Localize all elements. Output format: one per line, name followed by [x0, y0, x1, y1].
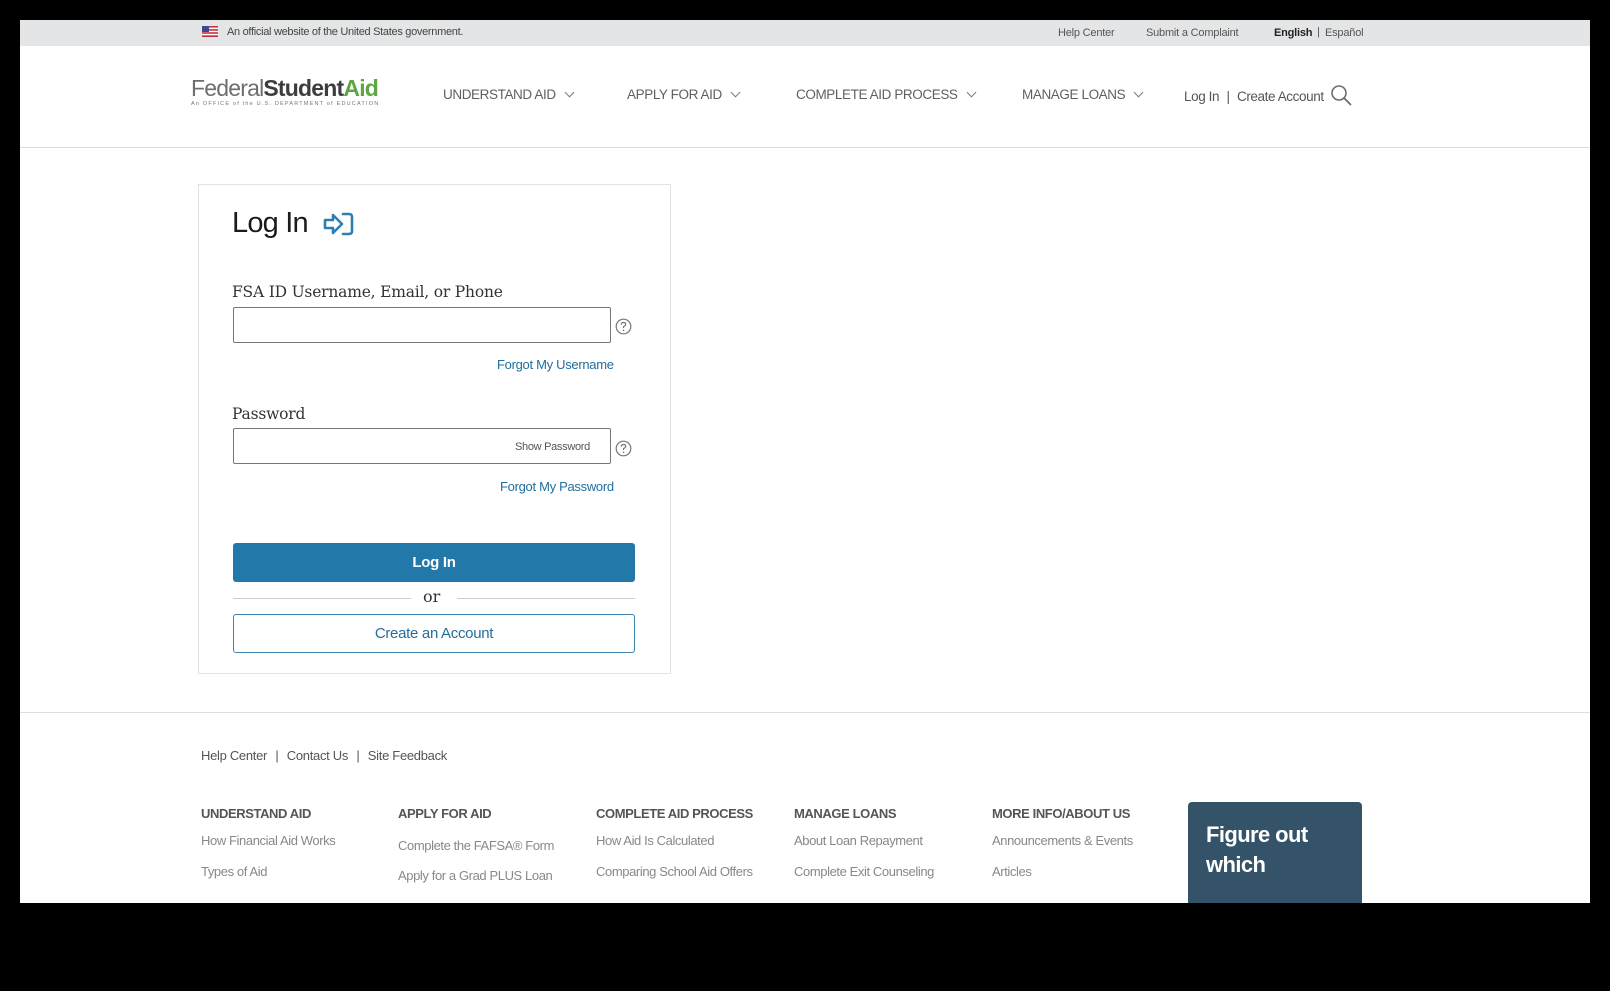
footer-col-understand-aid: UNDERSTAND AID How Financial Aid Works T… [201, 806, 391, 879]
footer-col-complete-aid-process: COMPLETE AID PROCESS How Aid Is Calculat… [596, 806, 786, 879]
show-password-toggle[interactable]: Show Password [515, 441, 590, 453]
site-footer: Help Center | Contact Us | Site Feedback… [20, 712, 1590, 903]
header-login-link[interactable]: Log In [1184, 89, 1220, 104]
chevron-down-icon [1133, 87, 1144, 98]
official-site-text: An official website of the United States… [227, 26, 464, 38]
nav-label: MANAGE LOANS [1022, 87, 1126, 102]
nav-label: APPLY FOR AID [627, 87, 722, 102]
footer-col-apply-for-aid: APPLY FOR AID Complete the FAFSA® Form A… [398, 806, 588, 883]
submit-complaint-link[interactable]: Submit a Complaint [1146, 27, 1239, 39]
footer-col-more-info: MORE INFO/ABOUT US Announcements & Event… [992, 806, 1182, 879]
password-label: Password [232, 405, 306, 423]
username-label: FSA ID Username, Email, or Phone [232, 283, 503, 301]
login-card: Log In FSA ID Username, Email, or Phone … [198, 184, 671, 674]
login-title: Log In [232, 207, 309, 239]
us-flag-icon [202, 26, 218, 37]
footer-col-heading: COMPLETE AID PROCESS [596, 806, 753, 821]
forgot-username-link[interactable]: Forgot My Username [497, 357, 614, 372]
footer-col-heading: UNDERSTAND AID [201, 806, 311, 821]
or-text: or [423, 587, 441, 606]
footer-top-links: Help Center | Contact Us | Site Feedback [201, 748, 447, 763]
footer-col-heading: MORE INFO/ABOUT US [992, 806, 1130, 821]
lang-english-link[interactable]: English [1274, 27, 1313, 39]
logo-aid: Aid [343, 75, 379, 101]
forgot-password-link[interactable]: Forgot My Password [500, 479, 614, 494]
footer-link[interactable]: Complete Exit Counseling [794, 864, 934, 879]
help-center-link[interactable]: Help Center [1058, 27, 1115, 39]
footer-link[interactable]: Comparing School Aid Offers [596, 864, 753, 879]
footer-contact-us-link[interactable]: Contact Us [287, 748, 349, 763]
site-header: FederalStudentAid An OFFICE of the U.S. … [20, 46, 1590, 148]
footer-col-manage-loans: MANAGE LOANS About Loan Repayment Comple… [794, 806, 984, 879]
footer-link[interactable]: Announcements & Events [992, 833, 1133, 848]
nav-complete-aid-process[interactable]: COMPLETE AID PROCESS [796, 87, 976, 102]
header-create-account-link[interactable]: Create Account [1237, 89, 1324, 104]
login-button[interactable]: Log In [233, 543, 635, 582]
lang-spanish-link[interactable]: Español [1325, 27, 1364, 39]
or-divider: or [233, 587, 635, 607]
lang-separator: | [1317, 26, 1320, 38]
footer-link[interactable]: How Aid Is Calculated [596, 833, 714, 848]
nav-apply-for-aid[interactable]: APPLY FOR AID [627, 87, 741, 102]
fsa-logo[interactable]: FederalStudentAid An OFFICE of the U.S. … [191, 76, 397, 116]
footer-link[interactable]: About Loan Repayment [794, 833, 923, 848]
chevron-down-icon [966, 87, 976, 98]
gov-banner: An official website of the United States… [20, 20, 1590, 46]
login-arrow-icon [323, 212, 354, 236]
footer-separator: | [356, 748, 360, 763]
page: An official website of the United States… [20, 20, 1590, 903]
auth-links: Log In | Create Account [1184, 89, 1324, 104]
footer-separator: | [275, 748, 279, 763]
footer-link[interactable]: Articles [992, 864, 1032, 879]
footer-link[interactable]: Complete the FAFSA® Form [398, 838, 554, 853]
search-icon[interactable] [1330, 84, 1352, 106]
nav-label: COMPLETE AID PROCESS [796, 87, 958, 102]
promo-card[interactable]: Figure out which [1188, 802, 1362, 903]
footer-col-heading: MANAGE LOANS [794, 806, 897, 821]
create-account-button[interactable]: Create an Account [233, 614, 635, 653]
logo-tagline: An OFFICE of the U.S. DEPARTMENT of EDUC… [191, 101, 380, 107]
footer-link[interactable]: How Financial Aid Works [201, 833, 336, 848]
nav-label: UNDERSTAND AID [443, 87, 556, 102]
footer-col-heading: APPLY FOR AID [398, 806, 492, 821]
logo-student: Student [263, 75, 344, 101]
chevron-down-icon [730, 87, 741, 98]
password-help-icon[interactable] [615, 440, 632, 457]
footer-site-feedback-link[interactable]: Site Feedback [368, 748, 448, 763]
nav-manage-loans[interactable]: MANAGE LOANS [1022, 87, 1144, 102]
username-help-icon[interactable] [615, 318, 632, 335]
auth-separator: | [1226, 89, 1231, 104]
username-input[interactable] [233, 307, 611, 343]
divider-line-right [457, 598, 635, 599]
chevron-down-icon [564, 87, 575, 98]
footer-link[interactable]: Apply for a Grad PLUS Loan [398, 868, 553, 883]
footer-help-center-link[interactable]: Help Center [201, 748, 267, 763]
nav-understand-aid[interactable]: UNDERSTAND AID [443, 87, 575, 102]
footer-link[interactable]: Types of Aid [201, 864, 267, 879]
logo-federal: Federal [191, 75, 264, 101]
divider-line-left [233, 598, 411, 599]
promo-text: Figure out which [1206, 822, 1308, 877]
